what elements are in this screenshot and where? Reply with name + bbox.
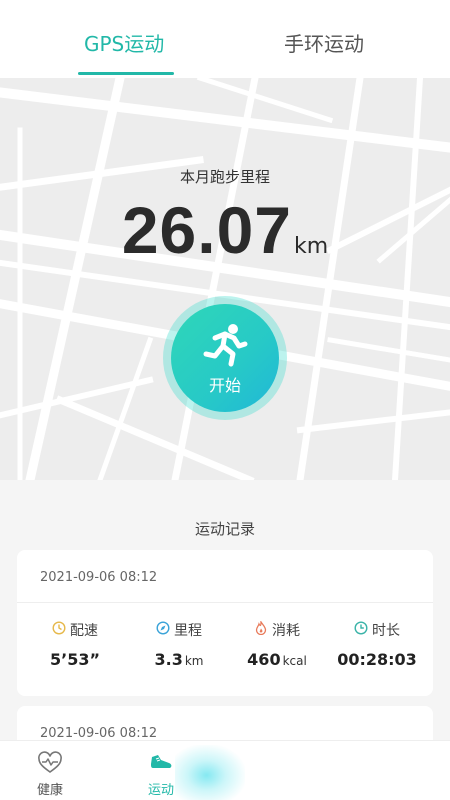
duration-value: 00:28:03 [337,650,417,669]
start-button-label: 开始 [208,376,241,395]
record-distance-value: 3.3 [154,650,183,669]
pace-value: 5’53” [50,650,100,669]
pace-stat: 配速 5’53” [23,620,127,669]
distance-unit: km [294,234,329,259]
calorie-stat: 消耗 460 kcal [225,619,329,669]
duration-label: 时长 [372,623,400,639]
compass-icon [156,621,174,639]
nav-label-health: 健康 [36,783,63,798]
calorie-value: 460 [247,650,281,669]
pace-label: 配速 [70,623,98,639]
clock-icon [354,621,372,639]
shoe-icon [148,751,174,779]
record-card[interactable]: 2021-09-06 08:12 配速 5’53” 里程 3.3 km 消耗 4… [17,550,433,696]
calorie-label: 消耗 [272,623,300,639]
record-datetime: 2021-09-06 08:12 [40,570,158,585]
nav-item-health[interactable]: 健康 [20,741,80,800]
heart-pulse-icon [37,751,63,779]
exercise-records-section: 运动记录 2021-09-06 08:12 配速 5’53” 里程 3.3 km… [0,480,450,766]
duration-stat: 时长 00:28:03 [325,620,429,669]
start-run-button[interactable]: 开始 [171,304,279,412]
distance-label: 里程 [174,623,202,639]
tab-gps-sport[interactable]: GPS运动 [84,34,164,54]
pace-icon [52,621,70,639]
record-distance-unit: km [184,654,204,668]
records-title: 运动记录 [194,520,255,538]
calorie-unit: kcal [282,654,307,668]
running-person-icon [201,322,249,372]
nav-press-glow [175,745,245,800]
card-divider [17,602,433,603]
distance-stat: 里程 3.3 km [127,620,231,669]
record-datetime: 2021-09-06 08:12 [40,726,158,741]
top-tab-bar: GPS运动 手环运动 [0,0,450,78]
monthly-distance: 26.07km [0,192,450,268]
flame-icon [254,619,272,639]
active-tab-indicator [78,72,174,75]
app-screen: GPS运动 手环运动 本月跑步里程 26.07km 开始 运动记录 2021-0… [0,0,450,800]
tab-band-sport[interactable]: 手环运动 [284,34,364,54]
distance-value: 26.07 [121,193,292,267]
monthly-running-label: 本月跑步里程 [179,168,270,186]
